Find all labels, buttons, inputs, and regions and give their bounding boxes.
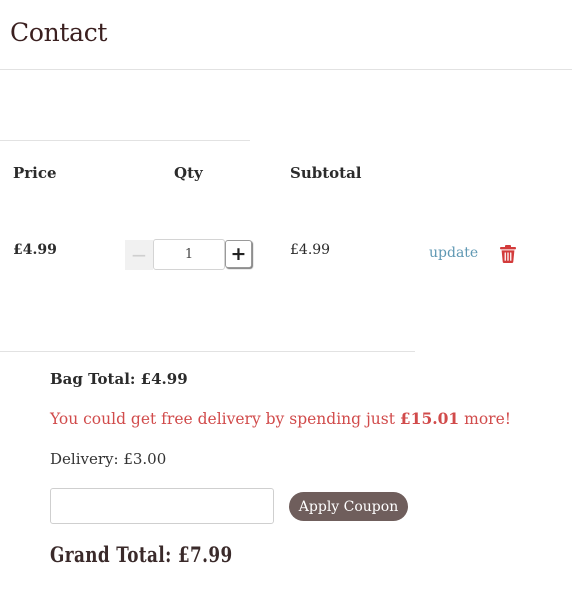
table-bottom-divider bbox=[0, 351, 415, 352]
coupon-input[interactable] bbox=[50, 488, 274, 524]
column-header-qty: Qty bbox=[174, 164, 203, 182]
column-header-price: Price bbox=[13, 164, 57, 182]
trash-icon[interactable] bbox=[500, 245, 516, 263]
free-delivery-amount: £15.01 bbox=[399, 409, 460, 428]
header-divider bbox=[0, 69, 572, 70]
quantity-stepper: − + bbox=[125, 239, 253, 270]
delivery-cost: Delivery: £3.00 bbox=[50, 450, 167, 468]
quantity-input[interactable] bbox=[153, 239, 225, 270]
free-delivery-suffix: more! bbox=[459, 410, 511, 428]
bag-total: Bag Total: £4.99 bbox=[50, 370, 188, 388]
apply-coupon-button[interactable]: Apply Coupon bbox=[289, 492, 408, 521]
free-delivery-prefix: You could get free delivery by spending … bbox=[50, 410, 400, 428]
grand-total: Grand Total: £7.99 bbox=[50, 542, 233, 567]
free-delivery-message: You could get free delivery by spending … bbox=[50, 409, 511, 428]
increase-quantity-button[interactable]: + bbox=[225, 240, 252, 268]
column-header-subtotal: Subtotal bbox=[290, 164, 362, 182]
item-subtotal: £4.99 bbox=[290, 242, 331, 258]
decrease-quantity-button[interactable]: − bbox=[125, 240, 153, 270]
update-link[interactable]: update bbox=[429, 245, 478, 261]
table-top-divider bbox=[0, 140, 250, 141]
page-title: Contact bbox=[10, 18, 108, 47]
item-price: £4.99 bbox=[13, 242, 57, 258]
